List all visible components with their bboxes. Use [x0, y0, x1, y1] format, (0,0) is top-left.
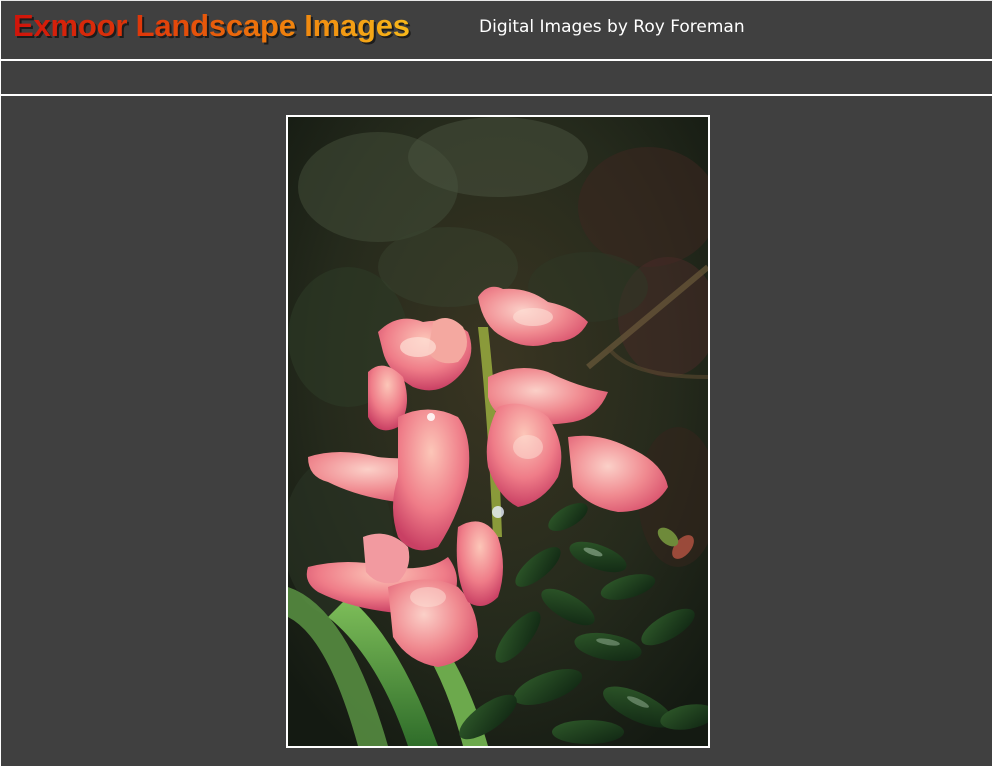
site-subtitle: Digital Images by Roy Foreman	[479, 17, 745, 37]
main-photo[interactable]	[286, 115, 710, 748]
site-title[interactable]: Exmoor Landscape Images	[13, 8, 410, 44]
hyacinth-photo-illustration	[288, 117, 708, 746]
page-frame: Exmoor Landscape Images Digital Images b…	[0, 0, 993, 767]
site-header: Exmoor Landscape Images Digital Images b…	[1, 1, 992, 61]
nav-bar	[1, 61, 992, 96]
